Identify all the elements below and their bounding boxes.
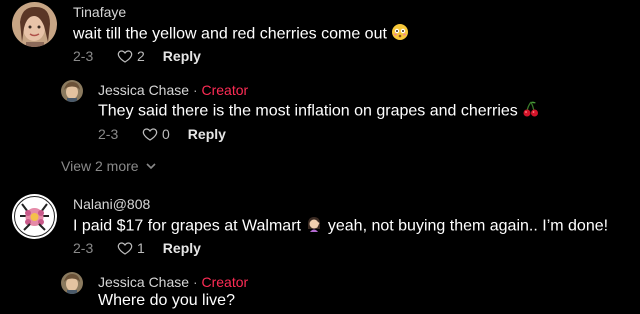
comment-text-content: wait till the yellow and red cherries co… xyxy=(73,25,387,43)
creator-badge: Creator xyxy=(201,82,249,98)
creator-badge: Creator xyxy=(201,274,249,290)
comment-text-before: I paid $17 for grapes at Walmart xyxy=(73,217,301,235)
comment-meta: 2-3 2 Reply xyxy=(73,48,201,64)
view-more-label: View 2 more xyxy=(61,158,139,174)
reply-date: 2-3 xyxy=(98,126,119,142)
comment-date: 2-3 xyxy=(73,48,94,64)
view-more-replies-button[interactable]: View 2 more xyxy=(61,158,157,174)
reply-text: Where do you live? xyxy=(98,292,235,309)
comment-text-after: yeah, not buying them again.. I’m done! xyxy=(327,217,609,235)
heart-icon xyxy=(117,50,133,63)
like-button[interactable]: 0 xyxy=(142,126,170,142)
like-button[interactable]: 2 xyxy=(117,48,145,64)
reply-button[interactable]: Reply xyxy=(188,126,226,142)
reply-username[interactable]: Jessica Chase · Creator xyxy=(98,274,248,290)
avatar[interactable] xyxy=(61,272,83,294)
separator: · xyxy=(192,274,198,290)
reply-author: Jessica Chase xyxy=(98,274,190,290)
comment-meta: 2-3 1 Reply xyxy=(73,240,201,256)
comment-username[interactable]: Nalani@808 xyxy=(73,196,150,212)
reply-meta: 2-3 0 Reply xyxy=(98,126,226,142)
comment-date: 2-3 xyxy=(73,240,94,256)
reply-author: Jessica Chase xyxy=(98,82,190,98)
comments-panel: Tinafaye wait till the yellow and red ch… xyxy=(0,0,640,314)
avatar[interactable] xyxy=(12,194,57,239)
heart-icon xyxy=(142,128,158,141)
like-count: 2 xyxy=(137,48,145,64)
reply-username[interactable]: Jessica Chase · Creator xyxy=(98,82,248,98)
reply-button[interactable]: Reply xyxy=(163,240,201,256)
reply-text-content: They said there is the most inflation on… xyxy=(98,102,518,120)
avatar[interactable] xyxy=(12,2,57,47)
reply-text: They said there is the most inflation on… xyxy=(98,100,540,123)
cherries-emoji-icon xyxy=(522,100,540,123)
separator: · xyxy=(192,82,198,98)
reply-button[interactable]: Reply xyxy=(163,48,201,64)
chevron-down-icon xyxy=(145,163,156,170)
avatar[interactable] xyxy=(61,80,83,102)
comment-text: wait till the yellow and red cherries co… xyxy=(73,23,409,46)
like-button[interactable]: 1 xyxy=(117,240,145,256)
like-count: 0 xyxy=(162,126,170,142)
flushed-face-emoji-icon xyxy=(391,23,409,46)
comment-username[interactable]: Tinafaye xyxy=(73,4,126,20)
heart-icon xyxy=(117,242,133,255)
woman-facepalming-emoji-icon xyxy=(305,215,323,238)
comment-text: I paid $17 for grapes at Walmart yeah, n… xyxy=(73,215,608,238)
like-count: 1 xyxy=(137,240,145,256)
